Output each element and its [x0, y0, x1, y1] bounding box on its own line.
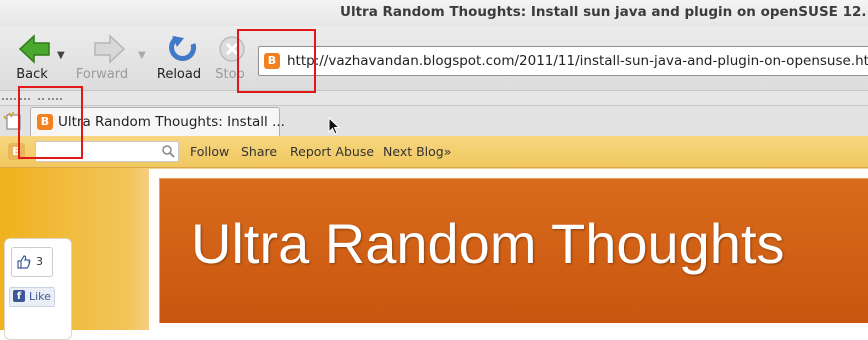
tab-label: Ultra Random Thoughts: Install ... — [58, 114, 285, 130]
address-url[interactable]: http://vazhavandan.blogspot.com/2011/11/… — [287, 53, 868, 69]
content-divider — [149, 323, 868, 330]
mouse-cursor-icon — [328, 117, 341, 135]
blog-title[interactable]: Ultra Random Thoughts — [191, 211, 785, 276]
thumbs-up-icon — [17, 255, 31, 269]
like-count: 3 — [36, 255, 43, 268]
facebook-like-button[interactable]: f Like — [9, 287, 55, 307]
like-label: Like — [29, 290, 51, 303]
search-icon[interactable] — [161, 144, 175, 158]
reload-button[interactable]: Reload — [154, 34, 204, 82]
blogger-navbar: B Follow Share Report Abuse Next Blog» — [0, 136, 868, 168]
window-title: Ultra Random Thoughts: Install sun java … — [340, 4, 868, 20]
blog-header[interactable]: Ultra Random Thoughts — [159, 178, 868, 325]
back-label: Back — [16, 67, 48, 82]
window-titlebar: Ultra Random Thoughts: Install sun java … — [0, 0, 868, 26]
forward-label: Forward — [75, 67, 129, 82]
blog-content: Ultra Random Thoughts — [149, 169, 868, 330]
next-blog-link[interactable]: Next Blog» — [383, 144, 451, 159]
share-link[interactable]: Share — [241, 144, 277, 159]
forward-button[interactable]: Forward — [72, 34, 132, 82]
social-share-box: 3 f Like — [4, 238, 72, 340]
blog-page: 3 f Like Ultra Random Thoughts — [0, 168, 868, 340]
follow-link[interactable]: Follow — [190, 144, 229, 159]
back-button[interactable]: Back — [10, 34, 54, 82]
back-arrow-icon — [18, 34, 50, 64]
reload-label: Reload — [156, 67, 202, 82]
back-history-dropdown[interactable]: ▼ — [57, 50, 65, 61]
reload-icon — [169, 35, 197, 61]
tab-strip: B Ultra Random Thoughts: Install ... — [0, 106, 868, 136]
forward-history-dropdown[interactable]: ▼ — [138, 50, 146, 61]
forward-arrow-icon — [93, 34, 125, 64]
toolbar-grip[interactable] — [0, 91, 868, 106]
report-abuse-link[interactable]: Report Abuse — [290, 144, 374, 159]
annotation-box-favicon — [237, 29, 316, 93]
like-count-box: 3 — [11, 247, 53, 277]
annotation-box-tab-favicon — [18, 86, 83, 159]
browser-toolbar: Back ▼ Forward ▼ Reload Stop B http://va… — [0, 26, 868, 91]
facebook-icon: f — [13, 290, 25, 302]
address-bar[interactable]: B http://vazhavandan.blogspot.com/2011/1… — [258, 46, 868, 76]
